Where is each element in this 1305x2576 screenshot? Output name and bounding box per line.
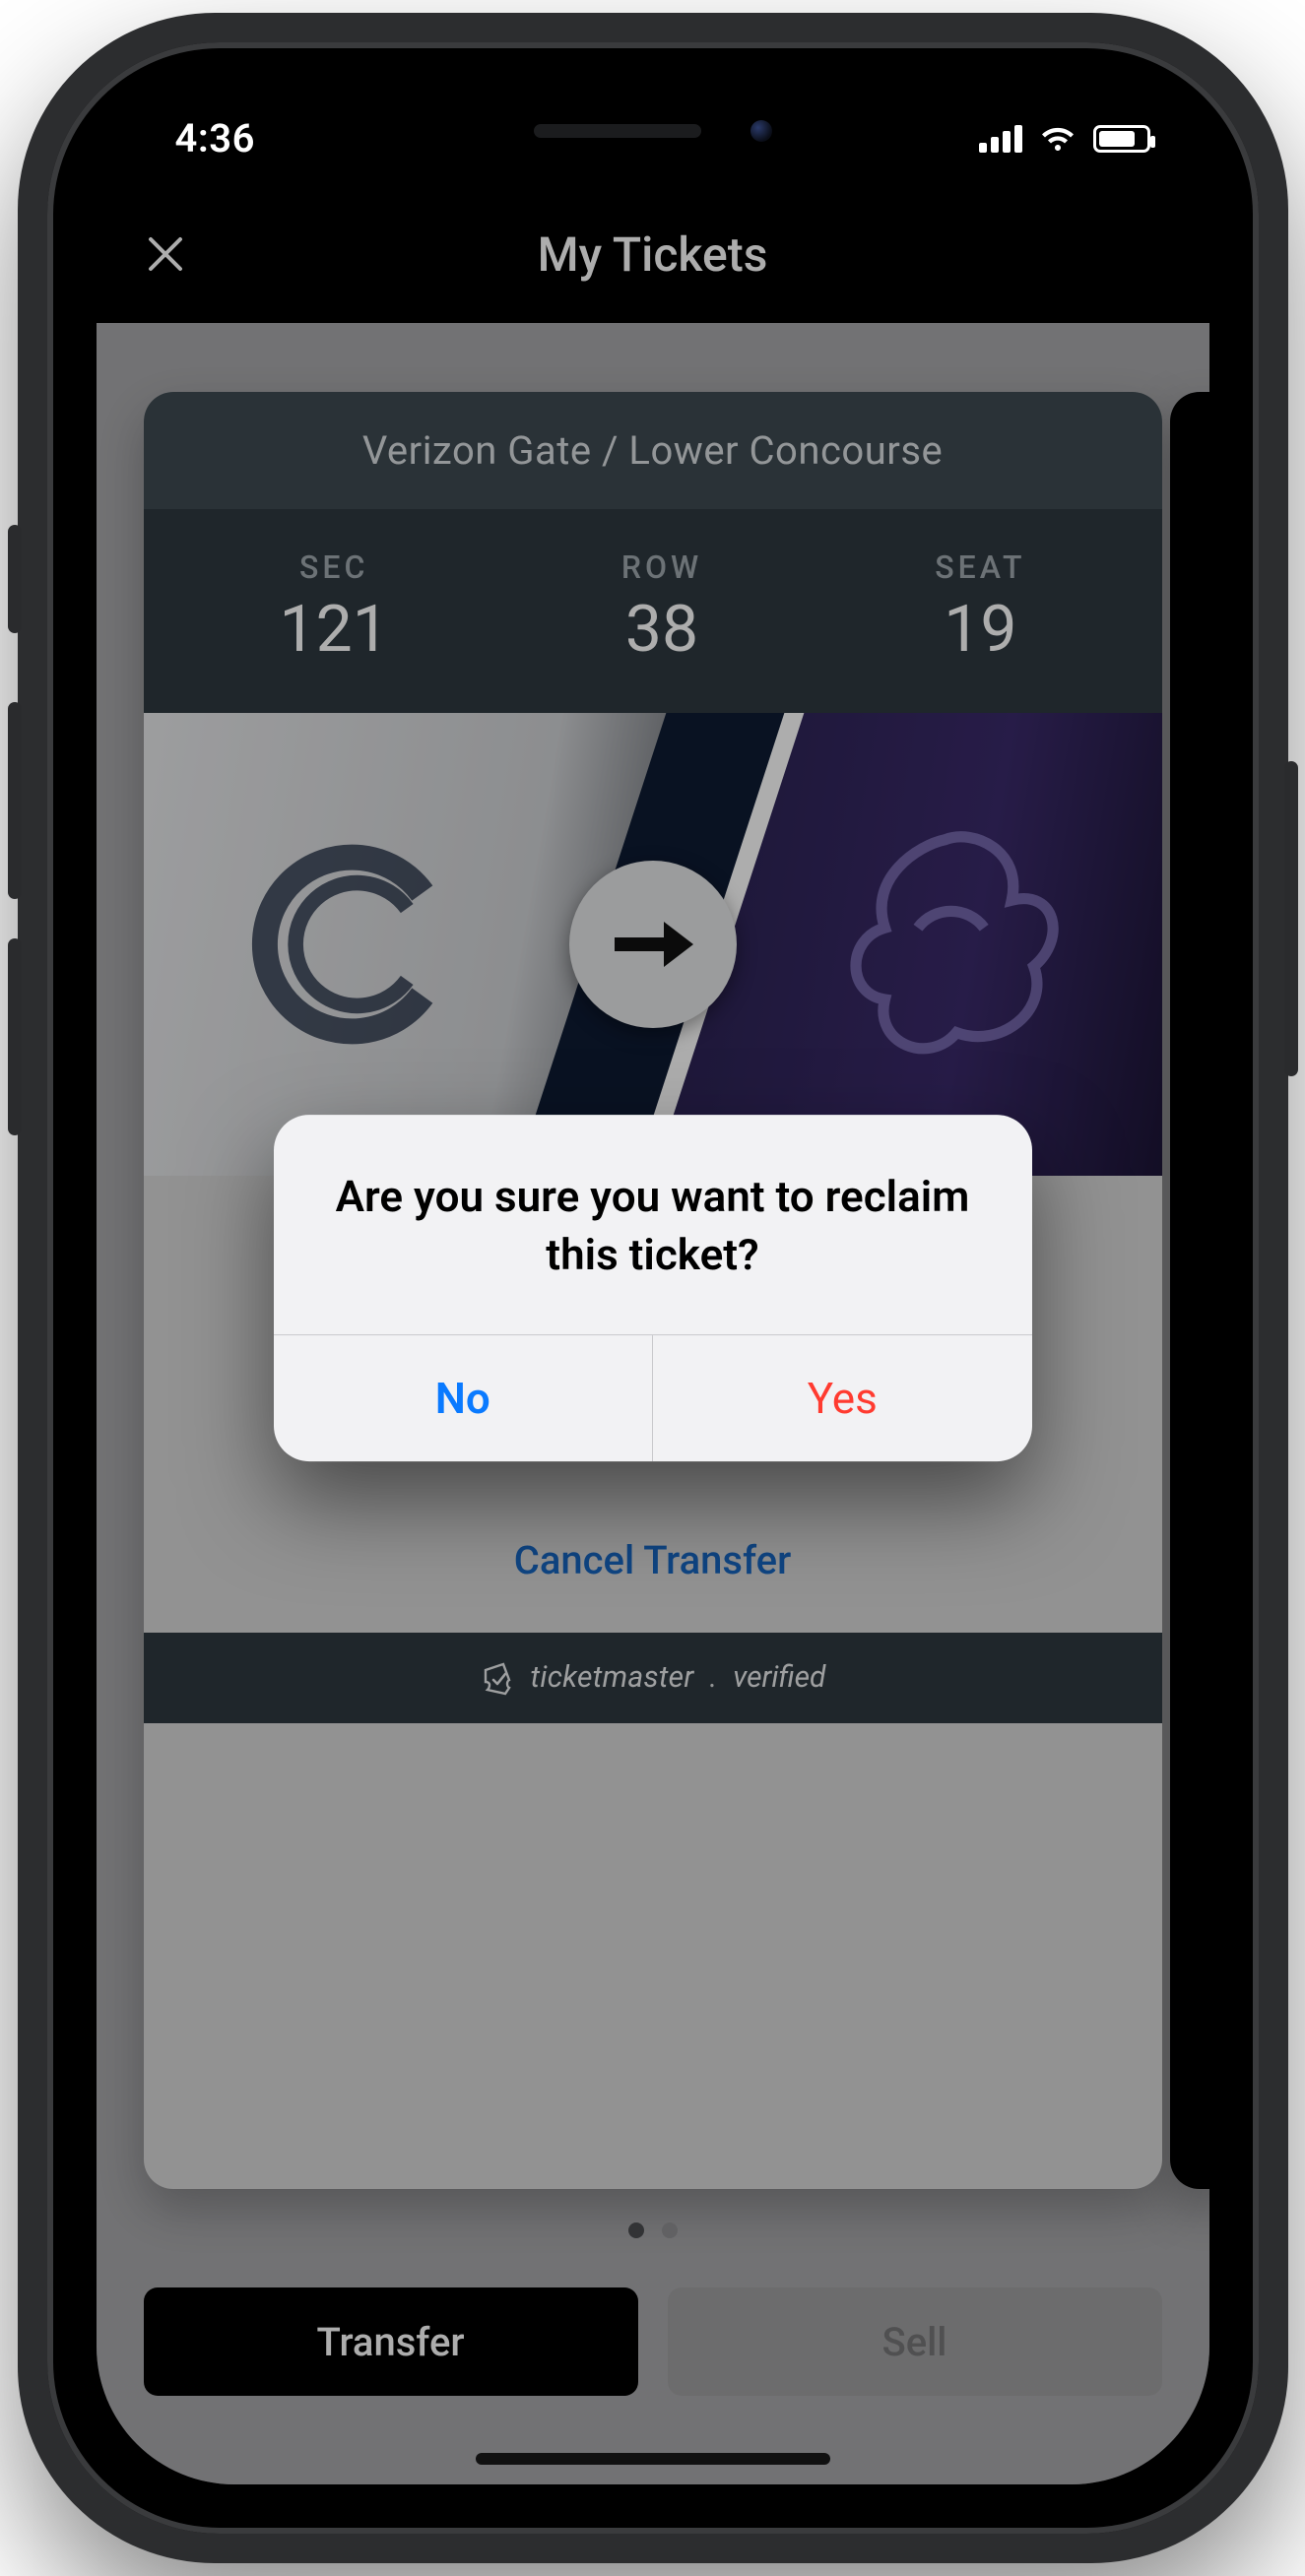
ticket-check-icon <box>480 1660 515 1696</box>
page-dot-1 <box>628 2222 644 2238</box>
alert-title: Are you sure you want to reclaim this ti… <box>274 1115 1032 1334</box>
volume-up-button <box>8 702 22 899</box>
section-label: SEC <box>280 548 389 586</box>
screen: 4:36 <box>97 92 1209 2484</box>
seat-value: 19 <box>935 592 1025 668</box>
verified-bar: ticketmaster . verified <box>144 1633 1162 1723</box>
home-indicator[interactable] <box>476 2453 830 2465</box>
bottom-action-bar: Transfer Sell <box>144 2287 1162 2396</box>
section-value: 121 <box>280 592 389 668</box>
verified-word: verified <box>733 1660 825 1695</box>
seat-col: SEAT 19 <box>935 548 1025 668</box>
speaker-grille <box>534 124 701 138</box>
row-label: ROW <box>621 548 702 586</box>
battery-icon <box>1093 125 1150 153</box>
sell-button[interactable]: Sell <box>668 2287 1162 2396</box>
close-button[interactable] <box>136 225 195 284</box>
away-team-logo-icon <box>223 816 479 1072</box>
page-indicator <box>97 2222 1209 2238</box>
transfer-button[interactable]: Transfer <box>144 2287 638 2396</box>
arrow-right-icon <box>609 910 697 979</box>
next-ticket-peek[interactable] <box>1170 392 1209 2189</box>
transfer-direction-badge <box>569 861 737 1028</box>
seat-info-row: SEC 121 ROW 38 SEAT 19 <box>144 509 1162 713</box>
alert-yes-button[interactable]: Yes <box>652 1335 1032 1461</box>
front-camera <box>750 120 772 142</box>
row-col: ROW 38 <box>621 548 702 668</box>
page-title: My Tickets <box>538 226 768 283</box>
verified-brand: ticketmaster <box>531 1660 694 1695</box>
volume-down-button <box>8 938 22 1135</box>
nav-bar: My Tickets <box>97 185 1209 323</box>
status-time: 4:36 <box>175 115 255 161</box>
page-dot-2 <box>662 2222 678 2238</box>
matchup-hero <box>144 713 1162 1176</box>
gate-label: Verizon Gate / Lower Concourse <box>144 392 1162 509</box>
close-icon <box>141 229 190 279</box>
phone-frame: 4:36 <box>18 13 1288 2563</box>
row-value: 38 <box>621 592 702 668</box>
notch <box>397 92 909 170</box>
wifi-icon <box>1040 125 1076 153</box>
home-team-logo-icon <box>808 806 1083 1082</box>
cellular-signal-icon <box>979 125 1022 153</box>
verified-separator: . <box>710 1660 718 1695</box>
power-button <box>1284 761 1298 1076</box>
seat-label: SEAT <box>935 548 1025 586</box>
cancel-transfer-link[interactable]: Cancel Transfer <box>144 1478 1162 1633</box>
alert-no-button[interactable]: No <box>274 1335 653 1461</box>
mute-switch <box>8 525 22 633</box>
section-col: SEC 121 <box>280 548 389 668</box>
confirm-reclaim-alert: Are you sure you want to reclaim this ti… <box>274 1115 1032 1461</box>
